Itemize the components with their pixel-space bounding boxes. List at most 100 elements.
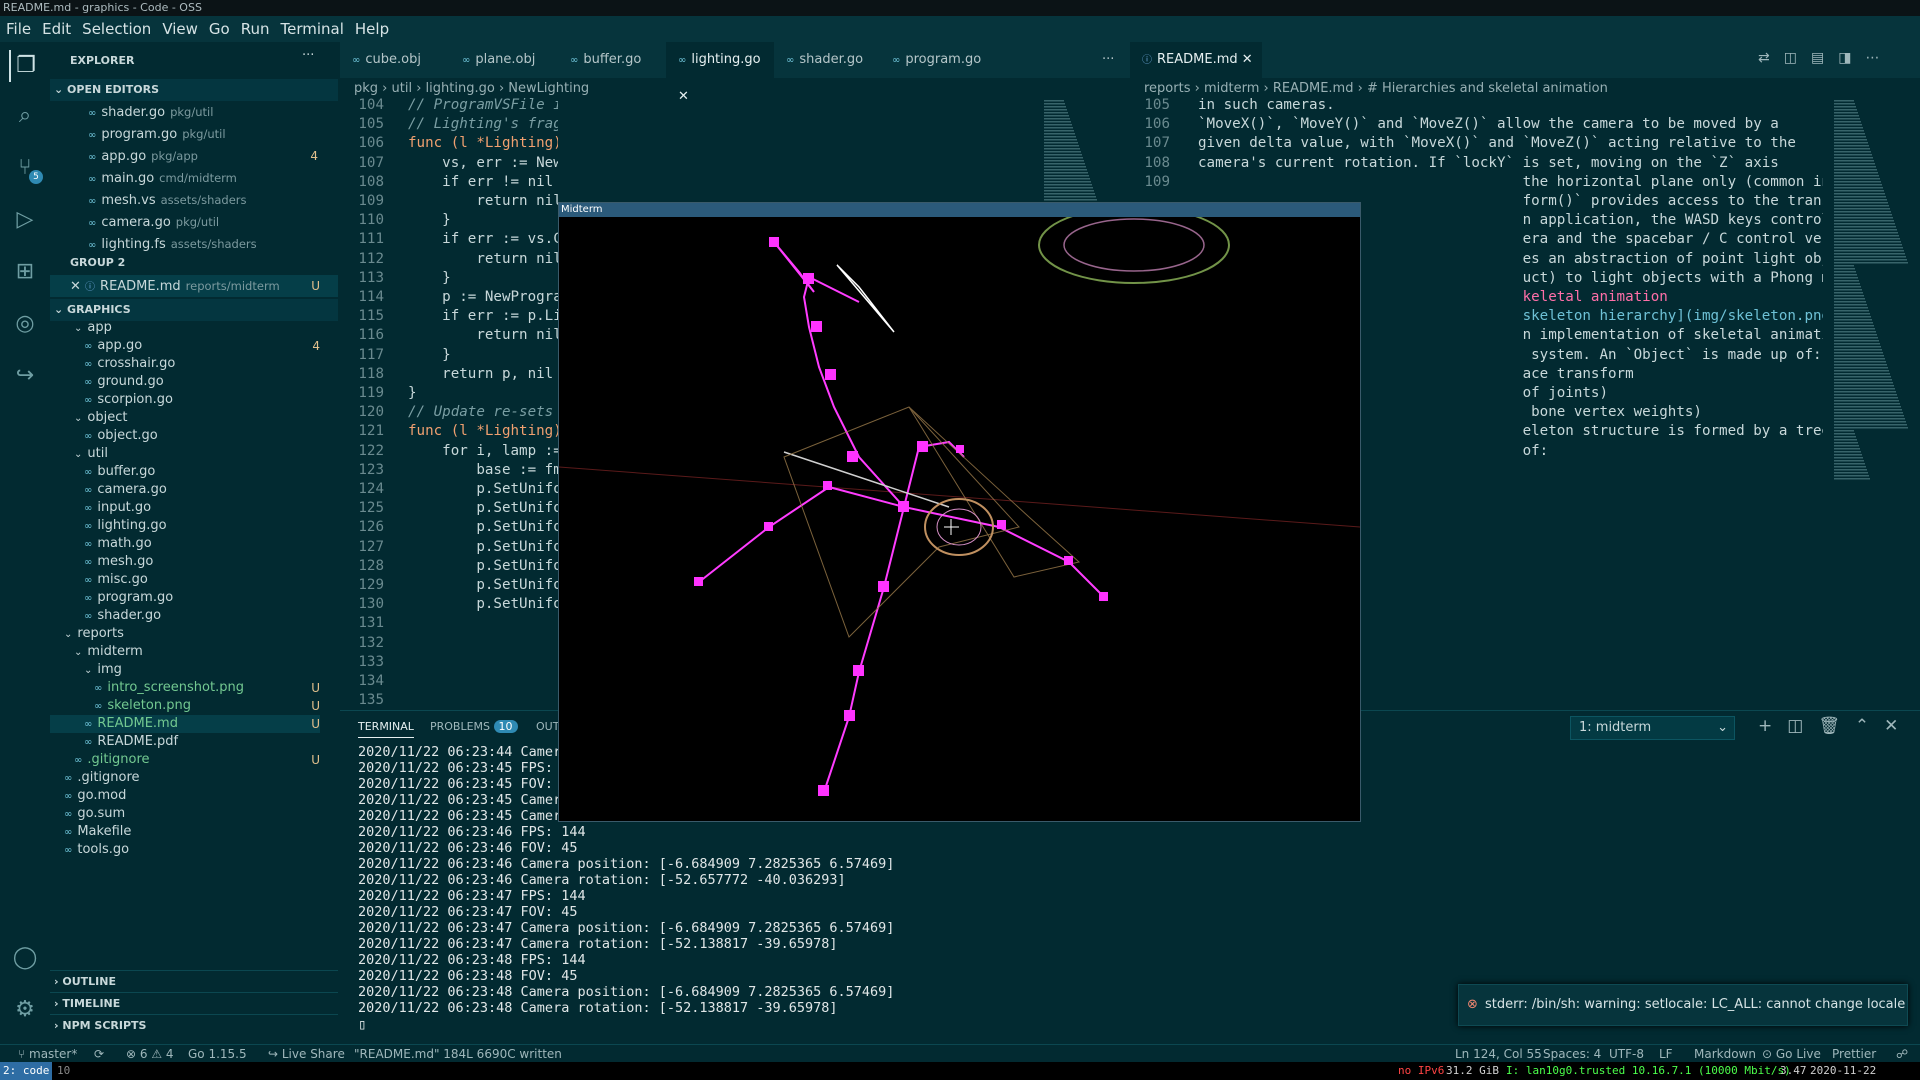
live-share-button[interactable]: ↪ Live Share bbox=[268, 1045, 345, 1063]
open-editor-item[interactable]: ∞ shader.go pkg/util bbox=[88, 101, 318, 123]
live-share-icon[interactable]: ↪ bbox=[9, 360, 41, 392]
breadcrumb-item[interactable]: midterm bbox=[1204, 81, 1259, 96]
maximize-panel-icon[interactable]: ⌃ bbox=[1855, 716, 1884, 736]
tab-output[interactable]: OUT bbox=[536, 720, 559, 733]
tab-problems[interactable]: PROBLEMS 10 bbox=[430, 720, 518, 733]
tree-file[interactable]: ∞ buffer.go bbox=[50, 463, 320, 481]
tree-file[interactable]: ∞ shader.go bbox=[50, 607, 320, 625]
tree-file[interactable]: ∞ README.pdf bbox=[50, 733, 320, 751]
tree-file[interactable]: ∞ mesh.go bbox=[50, 553, 320, 571]
tab-shader-go[interactable]: ∞ shader.go bbox=[774, 42, 882, 78]
tab-buffer-go[interactable]: ∞ buffer.go bbox=[558, 42, 666, 78]
open-editor-item[interactable]: ∞ main.go cmd/midterm bbox=[88, 167, 318, 189]
menu-file[interactable]: File bbox=[6, 20, 31, 38]
cursor-position[interactable]: Ln 124, Col 55 bbox=[1455, 1045, 1542, 1063]
tree-file[interactable]: ∞ skeleton.png U bbox=[50, 697, 320, 715]
npm-scripts-section[interactable]: › NPM SCRIPTS bbox=[50, 1014, 338, 1036]
trash-icon[interactable]: 🗑 bbox=[1818, 716, 1855, 736]
terminal-cursor[interactable]: ▯ bbox=[358, 1016, 1208, 1035]
language-mode[interactable]: Markdown bbox=[1694, 1045, 1756, 1063]
go-version[interactable]: Go 1.15.5 bbox=[188, 1045, 247, 1063]
explorer-icon[interactable]: ❐ bbox=[9, 50, 41, 82]
tree-file[interactable]: ∞ camera.go bbox=[50, 481, 320, 499]
tree-file[interactable]: ∞ misc.go bbox=[50, 571, 320, 589]
tab-program-go[interactable]: ∞ program.go bbox=[880, 42, 988, 78]
go-live-button[interactable]: ⊙ Go Live bbox=[1762, 1045, 1821, 1063]
explorer-more-icon[interactable]: ··· bbox=[302, 48, 314, 63]
extensions-icon[interactable]: ⊞ bbox=[9, 256, 41, 288]
error-notification[interactable]: ⊗ stderr: /bin/sh: warning: setlocale: LC… bbox=[1458, 984, 1908, 1026]
breadcrumb-item[interactable]: # Hierarchies and skeletal animation bbox=[1367, 81, 1608, 96]
settings-gear-icon[interactable]: ⚙ bbox=[9, 994, 41, 1026]
open-editors-header[interactable]: ⌄ OPEN EDITORS bbox=[50, 79, 338, 101]
more-actions-icon[interactable]: ⋯ bbox=[1865, 50, 1893, 66]
menu-run[interactable]: Run bbox=[241, 20, 270, 38]
encoding[interactable]: UTF-8 bbox=[1609, 1045, 1644, 1063]
source-control-icon[interactable]: ⑂ 5 bbox=[9, 152, 43, 184]
open-editor-item[interactable]: ∞ mesh.vs assets/shaders bbox=[88, 189, 318, 211]
tree-file[interactable]: ∞ .gitignore U bbox=[50, 751, 320, 769]
tree-file[interactable]: ∞ go.mod bbox=[50, 787, 320, 805]
code-editor-left[interactable]: // ProgramVSFile is a convenience functi… bbox=[408, 96, 558, 614]
tree-file[interactable]: ∞ Makefile bbox=[50, 823, 320, 841]
tab-plane-obj[interactable]: ∞ plane.obj bbox=[450, 42, 558, 78]
midterm-app-window[interactable]: Midterm bbox=[558, 202, 1361, 822]
remote-explorer-icon[interactable]: ◎ bbox=[9, 308, 41, 340]
run-debug-icon[interactable]: ▷ bbox=[9, 204, 41, 236]
tree-file[interactable]: ∞ ground.go bbox=[50, 373, 320, 391]
outline-section[interactable]: › OUTLINE bbox=[50, 970, 338, 992]
split-editor-icon[interactable]: ◨ bbox=[1838, 50, 1865, 66]
open-editor-item[interactable]: ∞ camera.go pkg/util bbox=[88, 211, 318, 233]
tab-lighting-go[interactable]: ∞ lighting.go ✕ bbox=[666, 42, 774, 104]
open-changes-icon[interactable]: ⇄ bbox=[1758, 50, 1784, 66]
indentation[interactable]: Spaces: 4 bbox=[1543, 1045, 1601, 1063]
tree-file[interactable]: ∞ README.md U bbox=[50, 715, 320, 733]
breadcrumb-item[interactable]: reports bbox=[1144, 81, 1190, 96]
tree-file[interactable]: ∞ program.go bbox=[50, 589, 320, 607]
timeline-section[interactable]: › TIMELINE bbox=[50, 992, 338, 1014]
tree-file[interactable]: ∞ input.go bbox=[50, 499, 320, 517]
open-preview-icon[interactable]: ▤ bbox=[1811, 50, 1838, 66]
branch-indicator[interactable]: ⑂ master* bbox=[18, 1045, 77, 1063]
close-icon[interactable]: ✕ bbox=[70, 279, 85, 294]
tree-folder[interactable]: ⌄ util bbox=[50, 445, 320, 463]
tab-readme[interactable]: ⓘ README.md ✕ bbox=[1130, 42, 1262, 78]
split-terminal-icon[interactable]: ◫ bbox=[1787, 716, 1818, 736]
tree-file[interactable]: ∞ app.go 4 bbox=[50, 337, 320, 355]
tree-file[interactable]: ∞ object.go bbox=[50, 427, 320, 445]
tab-terminal[interactable]: TERMINAL bbox=[358, 720, 414, 738]
menu-edit[interactable]: Edit bbox=[42, 20, 71, 38]
workspace-active[interactable]: 2: code bbox=[0, 1062, 53, 1080]
tree-folder[interactable]: ⌄ app bbox=[50, 319, 320, 337]
tab-cube-obj[interactable]: ∞ cube.obj bbox=[340, 42, 448, 78]
terminal-select[interactable]: 1: midterm ⌄ bbox=[1570, 716, 1735, 740]
tree-folder[interactable]: ⌄ object bbox=[50, 409, 320, 427]
problems-indicator[interactable]: ⊗ 6 ⚠ 4 bbox=[126, 1045, 174, 1063]
breadcrumb-item[interactable]: lighting.go bbox=[426, 81, 495, 96]
breadcrumb-item[interactable]: NewLighting bbox=[508, 81, 589, 96]
menu-selection[interactable]: Selection bbox=[82, 20, 151, 38]
notifications-icon[interactable]: ☍ bbox=[1896, 1045, 1908, 1063]
prettier-button[interactable]: Prettier bbox=[1832, 1045, 1876, 1063]
tree-folder[interactable]: ⌄ img bbox=[50, 661, 320, 679]
line-ending[interactable]: LF bbox=[1659, 1045, 1673, 1063]
tree-file[interactable]: ∞ scorpion.go bbox=[50, 391, 320, 409]
tree-file[interactable]: ∞ crosshair.go bbox=[50, 355, 320, 373]
tree-folder[interactable]: ⌄ midterm bbox=[50, 643, 320, 661]
tree-file[interactable]: ∞ .gitignore bbox=[50, 769, 320, 787]
breadcrumb-item[interactable]: README.md bbox=[1273, 81, 1354, 96]
tree-file[interactable]: ∞ lighting.go bbox=[50, 517, 320, 535]
preview-icon[interactable]: ◫ bbox=[1784, 50, 1811, 66]
open-editor-item[interactable]: ∞ program.go pkg/util bbox=[88, 123, 318, 145]
tree-file[interactable]: ∞ intro_screenshot.png U bbox=[50, 679, 320, 697]
open-editor-item[interactable]: ∞ app.go pkg/app 4 bbox=[88, 145, 318, 167]
breadcrumb-item[interactable]: util bbox=[392, 81, 413, 96]
account-icon[interactable]: ◯ bbox=[9, 942, 41, 974]
workspace-other[interactable]: 10 bbox=[54, 1062, 73, 1080]
project-header[interactable]: ⌄ GRAPHICS bbox=[50, 299, 338, 321]
tree-folder[interactable]: ⌄ reports bbox=[50, 625, 320, 643]
search-icon[interactable]: ⌕ bbox=[9, 100, 41, 132]
menu-view[interactable]: View bbox=[162, 20, 198, 38]
tree-file[interactable]: ∞ go.sum bbox=[50, 805, 320, 823]
tree-file[interactable]: ∞ math.go bbox=[50, 535, 320, 553]
